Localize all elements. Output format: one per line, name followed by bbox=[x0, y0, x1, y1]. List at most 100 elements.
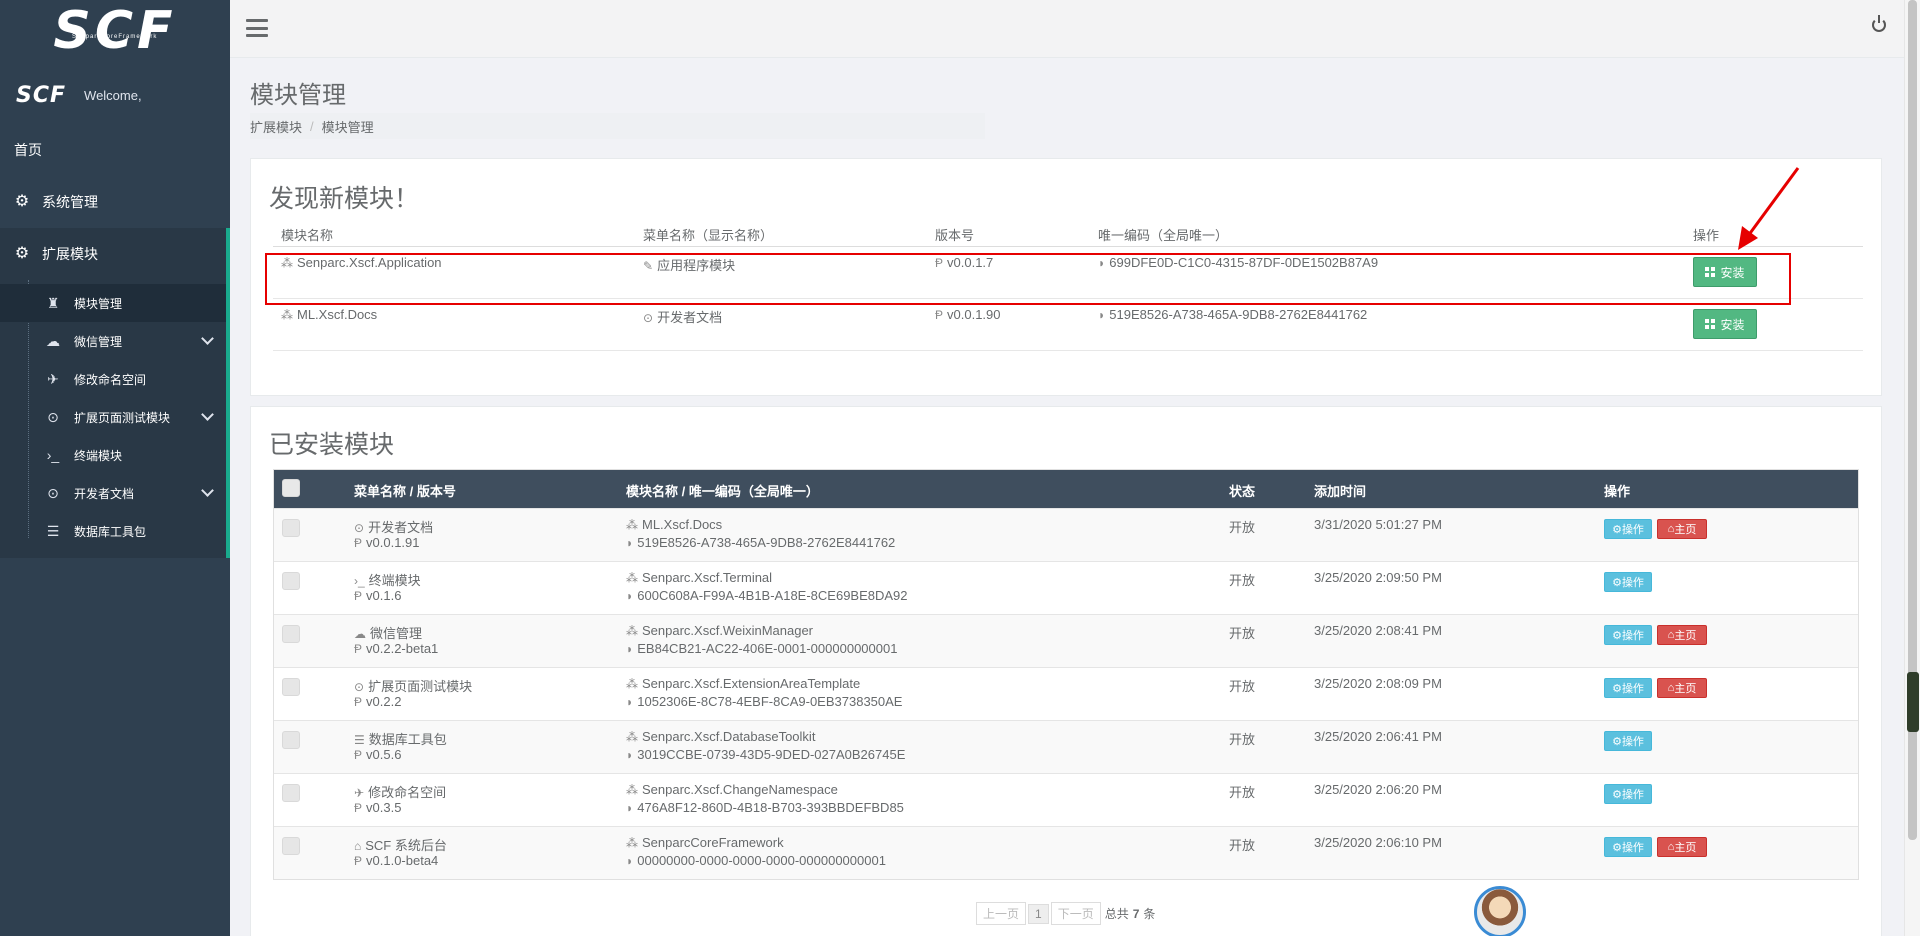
operate-button[interactable]: ⚙ 操作 bbox=[1604, 519, 1652, 539]
sidebar-item-terminal[interactable]: ›_ 终端模块 bbox=[0, 436, 226, 474]
row-checkbox[interactable] bbox=[282, 784, 300, 802]
scrollbar[interactable] bbox=[1904, 0, 1920, 936]
prev-page-button[interactable]: 上一页 bbox=[976, 902, 1027, 925]
version-cell: Ᵽv0.0.1.90 bbox=[935, 307, 1001, 322]
cubes-icon: ⁂ bbox=[626, 677, 638, 691]
gear-icon: ⚙ bbox=[1612, 788, 1622, 801]
col-version: 版本号 bbox=[935, 228, 975, 243]
menu-cell[interactable]: ⌂ SCF 系统后台 bbox=[354, 835, 447, 854]
code-fork-icon: Ᵽ bbox=[354, 748, 363, 762]
col-menu-name: 菜单名称（显示名称） bbox=[643, 228, 774, 243]
version: v0.2.2-beta1 bbox=[366, 641, 439, 656]
pagination: 上一页 1 下一页 总共 7 条 bbox=[976, 902, 1155, 925]
breadcrumb-separator: / bbox=[310, 118, 314, 134]
menu-cell[interactable]: ›_ 终端模块 bbox=[354, 570, 421, 589]
install-button[interactable]: 安装 bbox=[1693, 309, 1757, 339]
operate-button[interactable]: ⚙ 操作 bbox=[1604, 837, 1652, 857]
version-cell: Ᵽv0.5.6 bbox=[354, 747, 401, 762]
operate-button[interactable]: ⚙ 操作 bbox=[1604, 731, 1652, 751]
operate-label: 操作 bbox=[1621, 842, 1644, 854]
row-checkbox[interactable] bbox=[282, 519, 300, 537]
menu-name: 扩展页面测试模块 bbox=[368, 679, 473, 694]
select-all-checkbox[interactable] bbox=[282, 479, 300, 497]
uid-cell: ◗ 1052306E-8C78-4EBF-8CA9-0EB3738350AE bbox=[626, 694, 902, 709]
wechat-icon: ☁ bbox=[354, 627, 366, 641]
extension-submenu: ♜ 模块管理 ☁ 微信管理 ✈ 修改命名空间 ⊙ 扩展页面测试模块 ›_ 终端模… bbox=[0, 280, 230, 558]
homepage-button[interactable]: ⌂ 主页 bbox=[1657, 837, 1707, 857]
row-checkbox[interactable] bbox=[282, 678, 300, 696]
module-cell: ⁂ Senparc.Xscf.ChangeNamespace bbox=[626, 782, 838, 797]
menu-cell[interactable]: ⊙ 扩展页面测试模块 bbox=[354, 676, 472, 695]
table-row: ⊙ 开发者文档 Ᵽv0.0.1.91 ⁂ ML.Xscf.Docs ◗ 519E852… bbox=[274, 508, 1858, 561]
module-name: Senparc.Xscf.ExtensionAreaTemplate bbox=[642, 676, 861, 691]
nav-home[interactable]: 首页 bbox=[0, 124, 230, 176]
operate-button[interactable]: ⚙ 操作 bbox=[1604, 784, 1652, 804]
version-cell: Ᵽv0.2.2-beta1 bbox=[354, 641, 438, 656]
col-status: 状态 bbox=[1229, 484, 1256, 499]
sidebar-item-database[interactable]: ☰ 数据库工具包 bbox=[0, 512, 226, 550]
module-cell: ⁂ Senparc.Xscf.DatabaseToolkit bbox=[626, 729, 815, 744]
floating-avatar[interactable] bbox=[1474, 886, 1526, 936]
nav-system[interactable]: ⚙ 系统管理 bbox=[0, 176, 230, 228]
next-page-button[interactable]: 下一页 bbox=[1050, 902, 1101, 925]
total-count: 7 bbox=[1132, 906, 1140, 921]
logout-icon[interactable] bbox=[1872, 15, 1886, 32]
module-name: Senparc.Xscf.DatabaseToolkit bbox=[642, 729, 816, 744]
nav-extension[interactable]: ⚙ 扩展模块 bbox=[0, 228, 230, 280]
install-button[interactable]: 安装 bbox=[1693, 257, 1757, 287]
sidebar-item-module-manage[interactable]: ♜ 模块管理 bbox=[0, 284, 226, 322]
discover-panel: 发现新模块！ 模块名称 菜单名称（显示名称） 版本号 唯一编码（全局唯一） 操作… bbox=[250, 158, 1882, 396]
version: v0.3.5 bbox=[366, 800, 402, 815]
version-cell: Ᵽv0.1.6 bbox=[354, 588, 401, 603]
table-row: ›_ 终端模块 Ᵽv0.1.6 ⁂ Senparc.Xscf.Terminal ◗ 6… bbox=[274, 561, 1858, 614]
homepage-label: 主页 bbox=[1674, 683, 1697, 695]
operate-label: 操作 bbox=[1621, 789, 1644, 801]
menu-cell[interactable]: ☁ 微信管理 bbox=[354, 623, 422, 642]
row-checkbox[interactable] bbox=[282, 572, 300, 590]
uid: 699DFE0D-C1C0-4315-87DF-0DE1502B87A9 bbox=[1109, 255, 1379, 270]
page-1-button[interactable]: 1 bbox=[1028, 903, 1049, 924]
breadcrumb-link-extension[interactable]: 扩展模块 bbox=[250, 117, 302, 136]
sidebar: SCF SenparcCoreFramework SCF Welcome, 首页… bbox=[0, 0, 230, 936]
sidebar-item-label: 微信管理 bbox=[74, 334, 123, 349]
menu-name: 修改命名空间 bbox=[368, 785, 447, 800]
uid-cell: ◗ 519E8526-A738-465A-9DB8-2762E8441762 bbox=[626, 535, 895, 550]
side-widget[interactable] bbox=[1907, 672, 1919, 732]
menu-toggle-icon[interactable] bbox=[246, 19, 268, 37]
menu-cell[interactable]: ✈ 修改命名空间 bbox=[354, 782, 446, 801]
operate-label: 操作 bbox=[1621, 683, 1644, 695]
row-checkbox[interactable] bbox=[282, 625, 300, 643]
home-icon: ⌂ bbox=[1667, 682, 1675, 694]
installed-title: 已安装模块 bbox=[269, 431, 395, 459]
status: 开放 bbox=[1229, 732, 1256, 747]
homepage-button[interactable]: ⌂ 主页 bbox=[1657, 625, 1707, 645]
menu-cell[interactable]: ☰ 数据库工具包 bbox=[354, 729, 447, 748]
homepage-button[interactable]: ⌂ 主页 bbox=[1657, 519, 1707, 539]
sidebar-item-wechat[interactable]: ☁ 微信管理 bbox=[0, 322, 226, 360]
operate-button[interactable]: ⚙ 操作 bbox=[1604, 625, 1652, 645]
page-heading: 模块管理 扩展模块 / 模块管理 bbox=[230, 59, 1904, 157]
menu-cell[interactable]: ⊙ 开发者文档 bbox=[354, 517, 433, 536]
total-suffix: 条 bbox=[1143, 907, 1156, 921]
added-time: 3/25/2020 2:08:41 PM bbox=[1314, 623, 1442, 638]
install-label: 安装 bbox=[1720, 265, 1745, 280]
table-row: ☁ 微信管理 Ᵽv0.2.2-beta1 ⁂ Senparc.Xscf.Weixin… bbox=[274, 614, 1858, 667]
status: 开放 bbox=[1229, 573, 1256, 588]
table-row: ⁂ Senparc.Xscf.Application ✎ 应用程序模块 Ᵽv0.0.… bbox=[273, 247, 1863, 299]
sidebar-item-docs[interactable]: ⊙ 开发者文档 bbox=[0, 474, 226, 512]
menu-name: 数据库工具包 bbox=[368, 732, 447, 747]
sidebar-item-namespace[interactable]: ✈ 修改命名空间 bbox=[0, 360, 226, 398]
operate-button[interactable]: ⚙ 操作 bbox=[1604, 678, 1652, 698]
row-checkbox[interactable] bbox=[282, 731, 300, 749]
sidebar-item-label: 数据库工具包 bbox=[74, 524, 147, 539]
operate-button[interactable]: ⚙ 操作 bbox=[1604, 572, 1652, 592]
uid-cell: ◗ 600C608A-F99A-4B1B-A18E-8CE69BE8DA92 bbox=[626, 588, 908, 603]
row-checkbox[interactable] bbox=[282, 837, 300, 855]
welcome-text: Welcome, bbox=[84, 87, 142, 103]
home-icon: ⌂ bbox=[1667, 523, 1675, 535]
homepage-button[interactable]: ⌂ 主页 bbox=[1657, 678, 1707, 698]
logo[interactable]: SCF SenparcCoreFramework bbox=[0, 0, 230, 70]
table-row: ☰ 数据库工具包 Ᵽv0.5.6 ⁂ Senparc.Xscf.DatabaseTo… bbox=[274, 720, 1858, 773]
table-row: ⁂ ML.Xscf.Docs ⊙ 开发者文档 Ᵽv0.0.1.90 ◗ 519E852… bbox=[273, 299, 1863, 351]
sidebar-item-ext-test[interactable]: ⊙ 扩展页面测试模块 bbox=[0, 398, 226, 436]
